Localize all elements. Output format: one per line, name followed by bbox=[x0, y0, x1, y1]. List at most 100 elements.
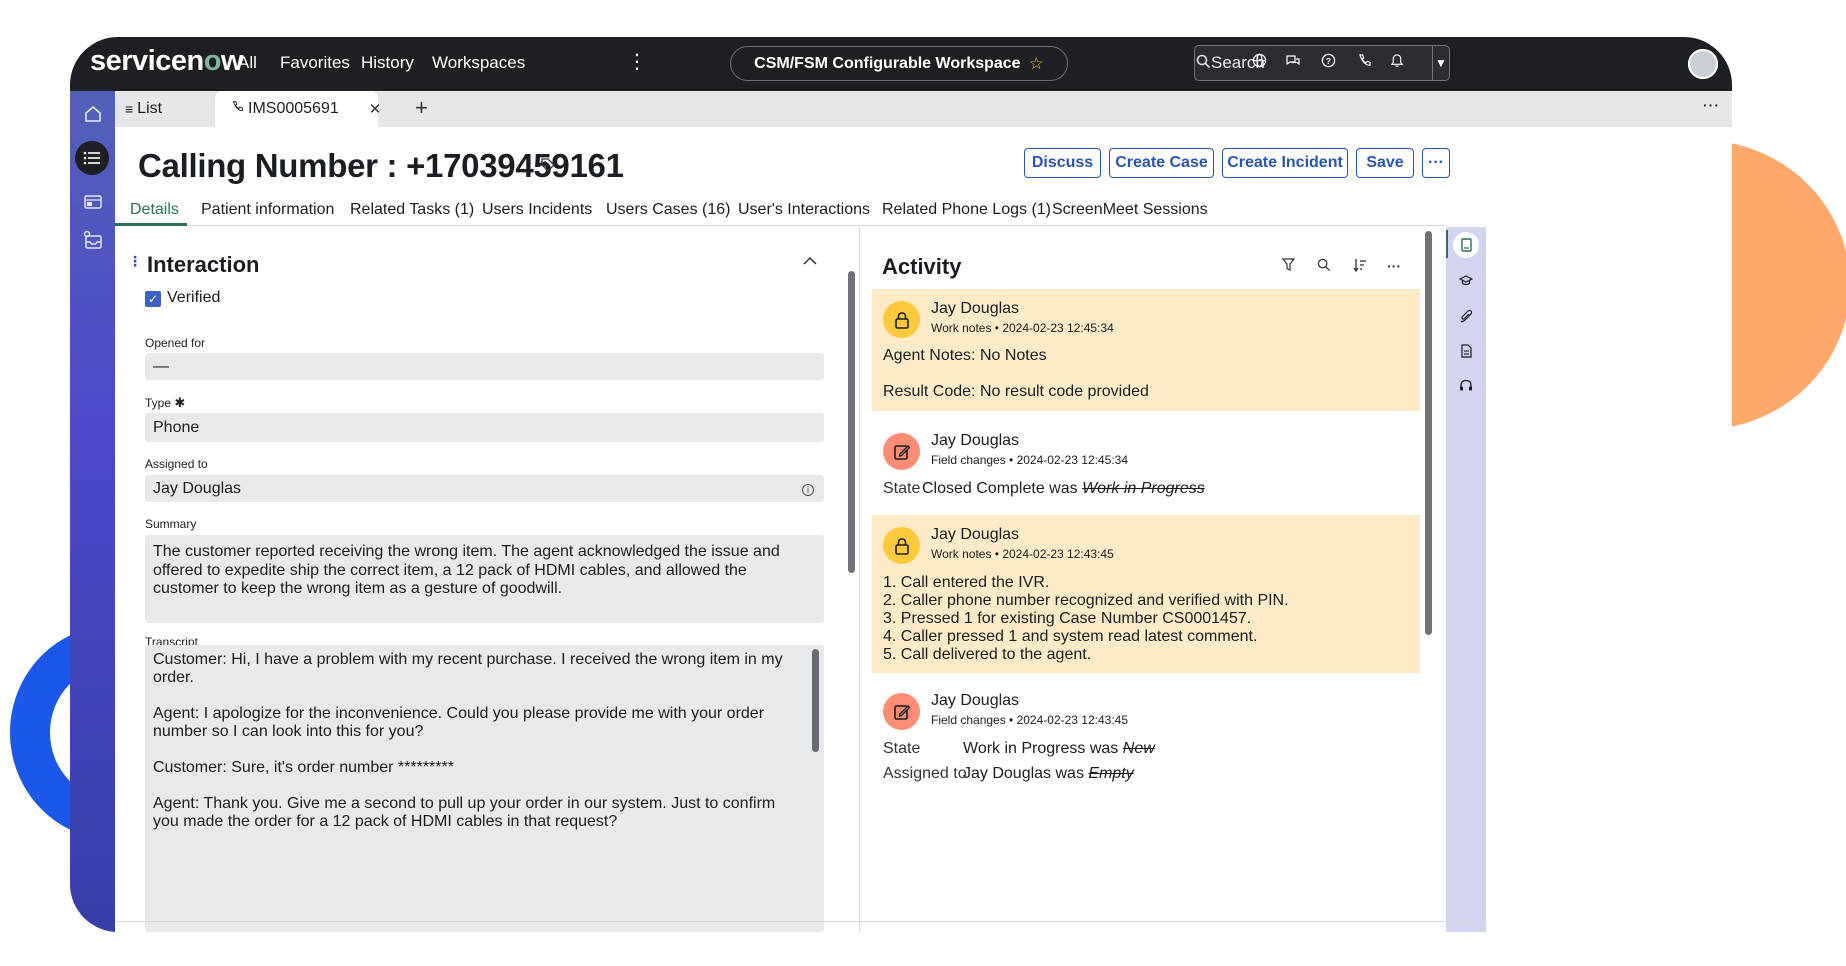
subtab-related-tasks[interactable]: Related Tasks (1) bbox=[350, 201, 474, 219]
home-icon[interactable] bbox=[78, 99, 108, 129]
transcript-scrollbar[interactable] bbox=[812, 649, 819, 752]
assigned-to-field[interactable]: Jay Douglas i bbox=[145, 475, 824, 502]
tab-list[interactable]: ≡ List bbox=[123, 91, 213, 127]
opened-for-field[interactable]: — bbox=[145, 353, 824, 380]
tab-record[interactable]: IMS0005691 ✕ bbox=[215, 91, 381, 127]
inbox-icon[interactable] bbox=[78, 225, 108, 255]
assigned-to-label: Assigned to bbox=[145, 457, 208, 471]
edit-icon bbox=[883, 693, 920, 730]
save-button[interactable]: Save bbox=[1356, 148, 1414, 178]
activity-scrollbar[interactable] bbox=[1425, 231, 1432, 635]
entry-text: Result Code: No result code provided bbox=[883, 383, 1149, 400]
servicenow-logo[interactable]: servicenow bbox=[90, 45, 243, 78]
left-sidebar bbox=[70, 91, 115, 932]
type-field[interactable]: Phone bbox=[145, 413, 824, 442]
bottom-divider bbox=[115, 921, 1486, 922]
record-main: Calling Number : +17039459161 Discuss Cr… bbox=[115, 127, 1732, 932]
ivr-step: 1. Call entered the IVR. bbox=[883, 574, 1050, 591]
tab-list-label: List bbox=[137, 100, 163, 117]
subtab-related-phone-logs[interactable]: Related Phone Logs (1) bbox=[882, 201, 1051, 219]
favorite-star-icon[interactable]: ☆ bbox=[1029, 54, 1044, 74]
discuss-button[interactable]: Discuss bbox=[1024, 148, 1101, 178]
subtab-users-interactions[interactable]: User's Interactions bbox=[738, 201, 870, 219]
notifications-bell-icon[interactable] bbox=[1386, 53, 1408, 75]
workspace-board-icon[interactable] bbox=[78, 187, 108, 217]
tab-overflow-icon[interactable]: ··· bbox=[1703, 97, 1720, 113]
opened-for-value: — bbox=[153, 357, 169, 375]
sort-icon[interactable] bbox=[1353, 258, 1367, 275]
entry-meta: Work notes • 2024-02-23 12:43:45 bbox=[931, 547, 1114, 561]
lock-icon bbox=[883, 301, 920, 338]
more-actions-button[interactable]: ··· bbox=[1422, 148, 1450, 178]
info-icon[interactable]: i bbox=[802, 484, 814, 496]
nav-favorites[interactable]: Favorites bbox=[280, 53, 350, 73]
search-scope-dropdown-icon[interactable]: ▼ bbox=[1432, 46, 1449, 80]
activity-title: Activity bbox=[882, 254, 962, 279]
ivr-step: 4. Caller pressed 1 and system read late… bbox=[883, 628, 1258, 645]
attachment-icon[interactable] bbox=[1453, 303, 1479, 329]
subtab-screenmeet-sessions[interactable]: ScreenMeet Sessions bbox=[1052, 201, 1208, 219]
type-value: Phone bbox=[153, 418, 200, 436]
nav-history[interactable]: History bbox=[361, 53, 414, 73]
field-name: Assigned to bbox=[883, 765, 967, 782]
contextual-side-rail bbox=[1446, 227, 1486, 932]
old-value: Empty bbox=[1088, 765, 1134, 782]
nav-workspaces[interactable]: Workspaces bbox=[432, 53, 525, 73]
collapse-chevron-icon[interactable] bbox=[803, 252, 817, 270]
add-tab-icon[interactable]: + bbox=[415, 95, 428, 121]
entry-meta: Field changes • 2024-02-23 12:43:45 bbox=[931, 713, 1129, 727]
activity-more-icon[interactable]: ··· bbox=[1387, 258, 1401, 274]
workspace-switcher[interactable]: CSM/FSM Configurable Workspace ☆ bbox=[730, 46, 1068, 81]
create-incident-button[interactable]: Create Incident bbox=[1222, 148, 1348, 178]
verified-checkbox[interactable]: ✓ bbox=[145, 291, 161, 307]
nav-all[interactable]: All bbox=[238, 53, 257, 73]
subtab-users-cases[interactable]: Users Cases (16) bbox=[606, 201, 730, 219]
list-lines-icon: ≡ bbox=[125, 101, 134, 117]
entry-author[interactable]: Jay Douglas bbox=[931, 432, 1019, 450]
subtab-patient-information[interactable]: Patient information bbox=[201, 201, 334, 219]
lock-icon bbox=[883, 527, 920, 564]
phone-icon[interactable] bbox=[1353, 53, 1375, 75]
more-menu-icon[interactable]: ⋮ bbox=[627, 49, 647, 74]
close-tab-icon[interactable]: ✕ bbox=[369, 100, 382, 118]
drag-handle-icon[interactable]: ⋮ bbox=[128, 253, 142, 270]
online-status-indicator bbox=[1688, 49, 1718, 79]
headset-icon[interactable] bbox=[1453, 373, 1479, 399]
create-case-button[interactable]: Create Case bbox=[1109, 148, 1214, 178]
ivr-step: 3. Pressed 1 for existing Case Number CS… bbox=[883, 610, 1252, 627]
subtab-details[interactable]: Details bbox=[130, 201, 179, 219]
activity-entry-work-note: Jay Douglas Work notes • 2024-02-23 12:4… bbox=[872, 515, 1420, 673]
activity-entry-field-change: Jay Douglas Field changes • 2024-02-23 1… bbox=[872, 681, 1420, 801]
new-value: Jay Douglas was bbox=[963, 765, 1084, 782]
entry-author[interactable]: Jay Douglas bbox=[931, 526, 1019, 544]
assigned-to-value: Jay Douglas bbox=[153, 479, 242, 497]
graduation-cap-icon[interactable] bbox=[1453, 267, 1479, 293]
tag-icon[interactable] bbox=[540, 157, 556, 178]
top-navigation-bar: servicenow All Favorites History Workspa… bbox=[70, 37, 1732, 91]
record-details-icon[interactable] bbox=[1453, 232, 1479, 258]
summary-field[interactable]: The customer reported receiving the wron… bbox=[145, 535, 824, 623]
form-scrollbar[interactable] bbox=[848, 271, 855, 573]
entry-text: Agent Notes: No Notes bbox=[883, 347, 1047, 364]
chat-icon[interactable] bbox=[1282, 53, 1304, 75]
summary-value: The customer reported receiving the wron… bbox=[153, 543, 780, 597]
list-icon[interactable] bbox=[75, 141, 109, 175]
interaction-form: ⋮ Interaction ✓ Verified Opened for — Ty… bbox=[115, 227, 860, 932]
filter-icon[interactable] bbox=[1281, 258, 1296, 275]
transcript-line: Agent: Thank you. Give me a second to pu… bbox=[153, 795, 776, 830]
help-icon[interactable]: ? bbox=[1317, 53, 1339, 75]
old-value: Work in Progress bbox=[1082, 480, 1205, 497]
type-label-text: Type bbox=[145, 396, 172, 410]
field-change-value: Work in Progress was New bbox=[963, 740, 1155, 758]
workspace-tab-strip: ≡ List IMS0005691 ✕ + ··· bbox=[115, 91, 1732, 127]
transcript-line: Customer: Sure, it's order number ******… bbox=[153, 759, 454, 776]
document-icon[interactable] bbox=[1453, 338, 1479, 364]
subtab-users-incidents[interactable]: Users Incidents bbox=[482, 201, 592, 219]
transcript-field[interactable]: Customer: Hi, I have a problem with my r… bbox=[145, 645, 824, 932]
activity-search-icon[interactable] bbox=[1317, 258, 1331, 275]
workspace-title: CSM/FSM Configurable Workspace bbox=[754, 54, 1021, 72]
entry-author[interactable]: Jay Douglas bbox=[931, 692, 1019, 710]
entry-author[interactable]: Jay Douglas bbox=[931, 300, 1019, 318]
globe-icon[interactable] bbox=[1248, 53, 1270, 75]
type-label: Type ✱ bbox=[145, 395, 185, 411]
